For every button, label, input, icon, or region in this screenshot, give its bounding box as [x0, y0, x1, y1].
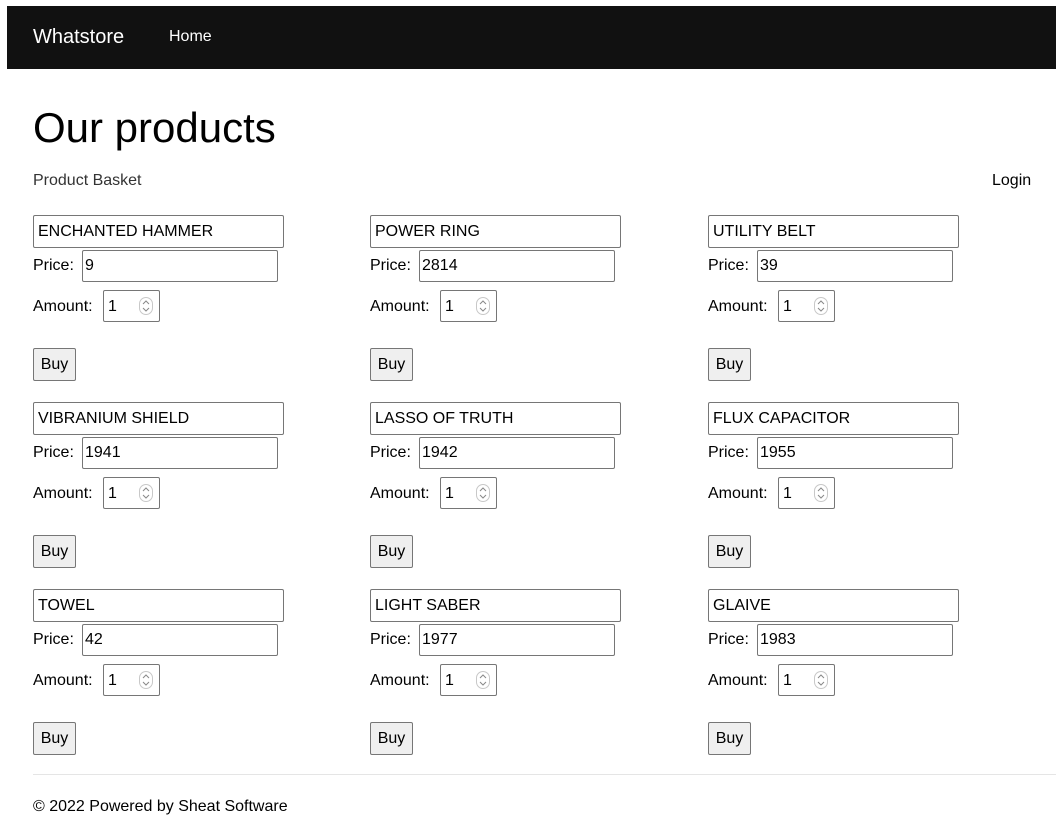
amount-label: Amount:: [708, 298, 768, 315]
buy-button[interactable]: Buy: [370, 535, 413, 568]
buy-button[interactable]: Buy: [370, 348, 413, 381]
product-name-field[interactable]: [33, 402, 284, 435]
amount-label: Amount:: [708, 485, 768, 502]
spinner-arrows-icon[interactable]: [476, 671, 490, 689]
product-name-field[interactable]: [33, 589, 284, 622]
price-field[interactable]: [419, 624, 615, 656]
product-basket-link[interactable]: Product Basket: [33, 171, 142, 191]
price-label: Price:: [370, 257, 411, 274]
price-label: Price:: [33, 444, 74, 461]
nav-home-link[interactable]: Home: [169, 27, 212, 47]
buy-button[interactable]: Buy: [370, 722, 413, 755]
price-field[interactable]: [82, 437, 278, 469]
product-name-field[interactable]: [370, 215, 621, 248]
amount-stepper[interactable]: 1: [103, 290, 160, 322]
buy-button[interactable]: Buy: [708, 722, 751, 755]
buy-button[interactable]: Buy: [33, 535, 76, 568]
amount-value: 1: [783, 298, 792, 315]
buy-button[interactable]: Buy: [33, 348, 76, 381]
amount-label: Amount:: [370, 485, 430, 502]
product-name-field[interactable]: [708, 589, 959, 622]
spinner-arrows-icon[interactable]: [139, 671, 153, 689]
amount-stepper[interactable]: 1: [103, 477, 160, 509]
product-card: Price: Amount: 1 Buy: [370, 589, 670, 769]
product-card: Price: Amount: 1 Buy: [33, 589, 333, 769]
amount-label: Amount:: [33, 298, 93, 315]
buy-button[interactable]: Buy: [708, 348, 751, 381]
amount-value: 1: [445, 298, 454, 315]
price-field[interactable]: [757, 437, 953, 469]
price-label: Price:: [33, 631, 74, 648]
price-field[interactable]: [419, 250, 615, 282]
footer-text: © 2022 Powered by Sheat Software: [33, 798, 288, 815]
price-field[interactable]: [82, 624, 278, 656]
amount-label: Amount:: [33, 485, 93, 502]
product-card: Price: Amount: 1 Buy: [708, 589, 1008, 769]
price-field[interactable]: [757, 624, 953, 656]
page-title: Our products: [33, 104, 276, 151]
price-label: Price:: [370, 631, 411, 648]
amount-value: 1: [445, 672, 454, 689]
amount-value: 1: [783, 672, 792, 689]
price-field[interactable]: [82, 250, 278, 282]
footer-divider: [33, 774, 1056, 775]
brand-link[interactable]: Whatstore: [33, 25, 124, 49]
product-card: Price: Amount: 1 Buy: [370, 215, 670, 395]
amount-stepper[interactable]: 1: [440, 477, 497, 509]
buy-button[interactable]: Buy: [33, 722, 76, 755]
top-navbar: Whatstore Home: [7, 6, 1056, 69]
spinner-arrows-icon[interactable]: [139, 297, 153, 315]
amount-label: Amount:: [370, 672, 430, 689]
product-card: Price: Amount: 1 Buy: [33, 402, 333, 582]
amount-label: Amount:: [33, 672, 93, 689]
amount-label: Amount:: [370, 298, 430, 315]
buy-button[interactable]: Buy: [708, 535, 751, 568]
price-label: Price:: [708, 257, 749, 274]
amount-stepper[interactable]: 1: [103, 664, 160, 696]
price-label: Price:: [33, 257, 74, 274]
amount-value: 1: [108, 485, 117, 502]
product-name-field[interactable]: [370, 589, 621, 622]
amount-stepper[interactable]: 1: [440, 664, 497, 696]
spinner-arrows-icon[interactable]: [814, 484, 828, 502]
product-name-field[interactable]: [708, 215, 959, 248]
login-link[interactable]: Login: [992, 171, 1031, 191]
amount-value: 1: [445, 485, 454, 502]
product-card: Price: Amount: 1 Buy: [708, 215, 1008, 395]
amount-value: 1: [108, 672, 117, 689]
product-card: Price: Amount: 1 Buy: [370, 402, 670, 582]
amount-stepper[interactable]: 1: [778, 477, 835, 509]
price-field[interactable]: [757, 250, 953, 282]
price-field[interactable]: [419, 437, 615, 469]
spinner-arrows-icon[interactable]: [814, 297, 828, 315]
product-name-field[interactable]: [708, 402, 959, 435]
product-card: Price: Amount: 1 Buy: [708, 402, 1008, 582]
spinner-arrows-icon[interactable]: [814, 671, 828, 689]
amount-stepper[interactable]: 1: [440, 290, 497, 322]
amount-value: 1: [108, 298, 117, 315]
price-label: Price:: [370, 444, 411, 461]
price-label: Price:: [708, 444, 749, 461]
spinner-arrows-icon[interactable]: [476, 297, 490, 315]
amount-stepper[interactable]: 1: [778, 664, 835, 696]
spinner-arrows-icon[interactable]: [476, 484, 490, 502]
product-name-field[interactable]: [33, 215, 284, 248]
amount-value: 1: [783, 485, 792, 502]
price-label: Price:: [708, 631, 749, 648]
amount-label: Amount:: [708, 672, 768, 689]
spinner-arrows-icon[interactable]: [139, 484, 153, 502]
product-name-field[interactable]: [370, 402, 621, 435]
amount-stepper[interactable]: 1: [778, 290, 835, 322]
product-card: Price: Amount: 1 Buy: [33, 215, 333, 395]
